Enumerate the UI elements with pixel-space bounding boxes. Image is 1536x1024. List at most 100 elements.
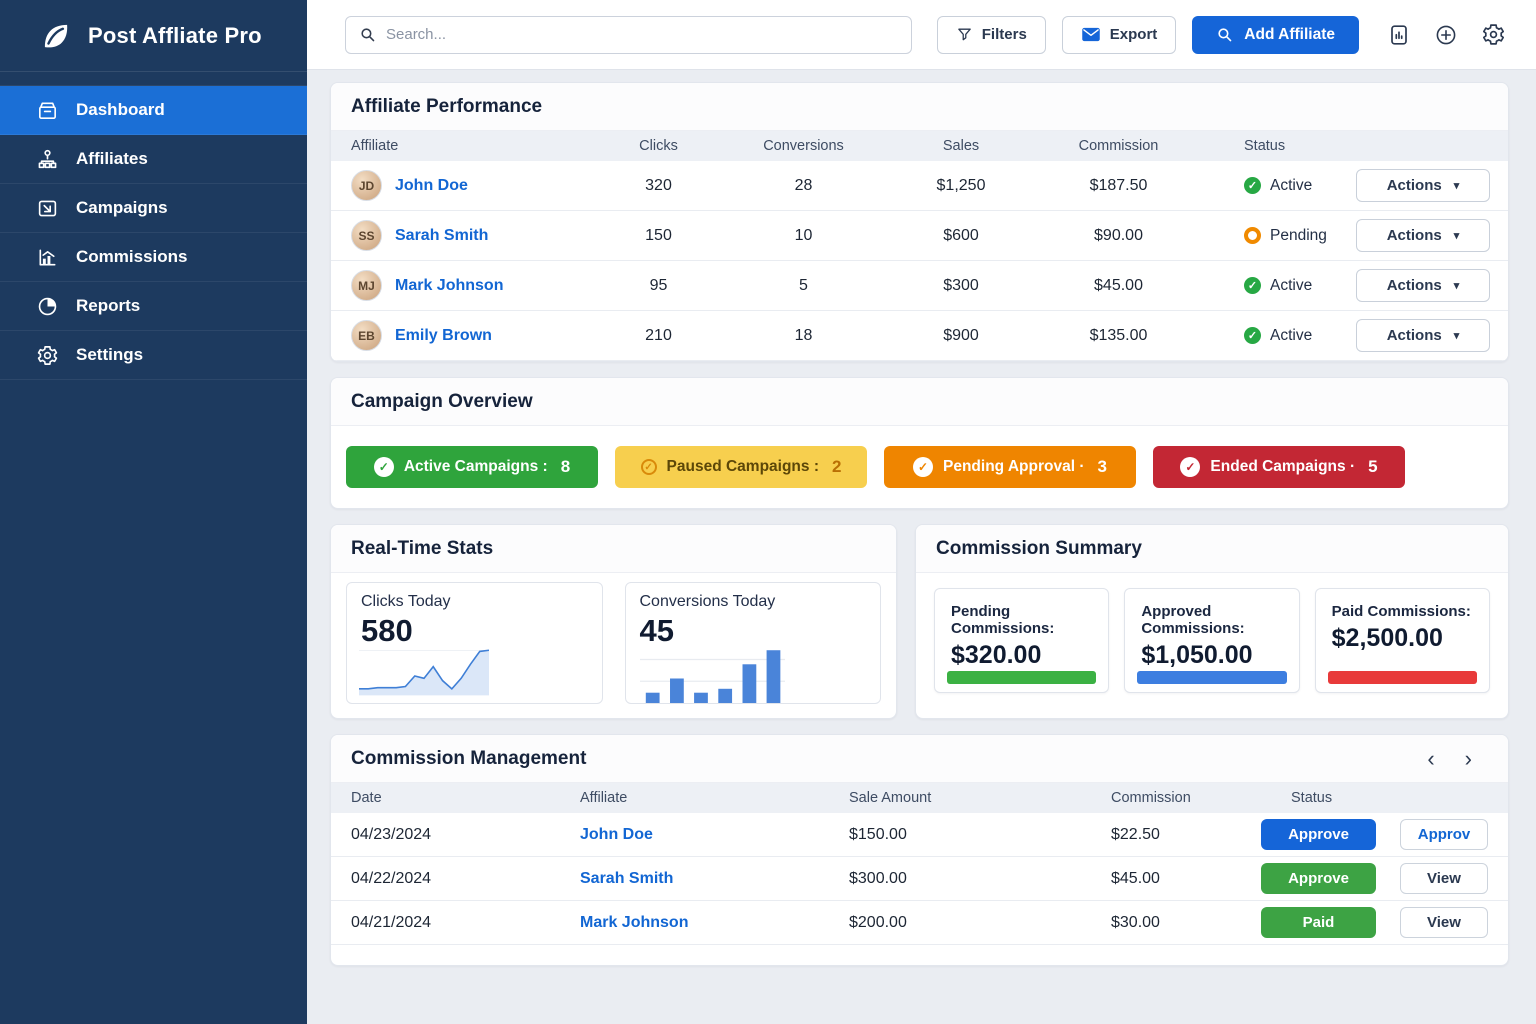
- campaign-overview-header: Campaign Overview: [331, 378, 1508, 426]
- conversions-value: 28: [736, 177, 871, 195]
- status-action-button[interactable]: Paid: [1261, 907, 1376, 938]
- col-clicks: Clicks: [581, 138, 736, 154]
- next-page-icon[interactable]: ›: [1463, 748, 1474, 770]
- actions-label: Actions: [1387, 177, 1442, 194]
- status-label: Active: [1270, 327, 1312, 345]
- section-title: Campaign Overview: [351, 391, 533, 413]
- sale-amount-value: $150.00: [849, 826, 1111, 844]
- clicks-value: 150: [581, 227, 736, 245]
- nav-item-label: Commissions: [76, 247, 187, 267]
- nav-item-icon: [36, 99, 59, 122]
- add-affiliate-label: Add Affiliate: [1244, 26, 1335, 44]
- sidebar-nav-item[interactable]: Commissions: [0, 233, 307, 282]
- commission-summary-label: Approved Commissions:: [1141, 603, 1282, 637]
- affiliate-name-link[interactable]: John Doe: [395, 177, 468, 195]
- check-circle-icon: ✓: [1180, 457, 1200, 477]
- col-status: Status: [1261, 790, 1391, 806]
- actions-dropdown-button[interactable]: Actions ▾: [1356, 169, 1490, 202]
- date-value: 04/22/2024: [351, 870, 580, 888]
- sidebar-nav-item[interactable]: Campaigns: [0, 184, 307, 233]
- prev-page-icon[interactable]: ‹: [1425, 748, 1436, 770]
- search-input[interactable]: [386, 26, 898, 43]
- real-time-stats-body: Clicks Today 580 Conversions Today 45: [331, 573, 896, 718]
- filters-button[interactable]: Filters: [937, 16, 1046, 54]
- commission-summary-value: $2,500.00: [1332, 624, 1473, 653]
- conversions-today-card: Conversions Today 45: [625, 582, 882, 704]
- secondary-action-button[interactable]: Approv: [1400, 819, 1488, 850]
- affiliate-table-row: JD John Doe 320 28 $1,250 $187.50 Active…: [331, 161, 1508, 211]
- export-button[interactable]: Export: [1062, 16, 1177, 54]
- check-circle-icon: ✓: [374, 457, 394, 477]
- actions-dropdown-button[interactable]: Actions ▾: [1356, 219, 1490, 252]
- avatar: EB: [351, 320, 382, 351]
- chevron-down-icon: ▾: [1454, 329, 1460, 342]
- commission-value: $135.00: [1051, 327, 1186, 345]
- actions-label: Actions: [1387, 227, 1442, 244]
- nav-item-label: Campaigns: [76, 198, 168, 218]
- commission-summary-color-bar: [1137, 671, 1286, 684]
- actions-dropdown-button[interactable]: Actions ▾: [1356, 269, 1490, 302]
- affiliate-performance-rows: JD John Doe 320 28 $1,250 $187.50 Active…: [331, 161, 1508, 361]
- date-value: 04/23/2024: [351, 826, 580, 844]
- sidebar-nav: Dashboard Affiliates C: [0, 85, 307, 380]
- col-affiliate: Affiliate: [580, 790, 849, 806]
- commission-management-rows: 04/23/2024 John Doe $150.00 $22.50 Appro…: [331, 813, 1508, 945]
- section-title: Affiliate Performance: [351, 96, 542, 118]
- commission-value: $30.00: [1111, 914, 1261, 932]
- campaign-status-badge[interactable]: ✓ Paused Campaigns : 2: [615, 446, 867, 488]
- topbar: Filters Export Add Affiliate: [307, 0, 1536, 70]
- affiliate-name-link[interactable]: Sarah Smith: [395, 227, 488, 245]
- campaign-status-badge[interactable]: ✓ Ended Campaigns · 5: [1153, 446, 1405, 488]
- envelope-icon: [1081, 26, 1101, 43]
- secondary-action-button[interactable]: View: [1400, 863, 1488, 894]
- pagination-controls: ‹ ›: [1425, 748, 1488, 770]
- affiliate-performance-column-headers: Affiliate Clicks Conversions Sales Commi…: [331, 131, 1508, 161]
- add-affiliate-button[interactable]: Add Affiliate: [1192, 16, 1359, 54]
- status-dot-icon: [1244, 277, 1261, 294]
- sidebar-nav-item[interactable]: Settings: [0, 331, 307, 380]
- commission-summary-label: Paid Commissions:: [1332, 603, 1473, 620]
- commission-summary-value: $320.00: [951, 641, 1092, 670]
- sales-value: $1,250: [871, 177, 1051, 195]
- col-commission: Commission: [1051, 138, 1186, 154]
- col-affiliate: Affiliate: [351, 138, 581, 154]
- actions-dropdown-button[interactable]: Actions ▾: [1356, 319, 1490, 352]
- sidebar-nav-item[interactable]: Dashboard: [0, 86, 307, 135]
- affiliate-name-link[interactable]: Mark Johnson: [580, 914, 849, 932]
- commission-summary-header: Commission Summary: [916, 525, 1508, 573]
- affiliate-name-link[interactable]: Mark Johnson: [395, 277, 503, 295]
- status-dot-icon: [1244, 227, 1261, 244]
- gear-icon[interactable]: [1479, 20, 1508, 49]
- affiliate-name-link[interactable]: Sarah Smith: [580, 870, 849, 888]
- commission-value: $90.00: [1051, 227, 1186, 245]
- commission-summary-tile: Approved Commissions: $1,050.00: [1124, 588, 1299, 693]
- campaign-status-badge[interactable]: ✓ Active Campaigns : 8: [346, 446, 598, 488]
- status-action-button[interactable]: Approve: [1261, 819, 1376, 850]
- status-action-button[interactable]: Approve: [1261, 863, 1376, 894]
- nav-item-icon: [36, 295, 59, 318]
- secondary-action-button[interactable]: View: [1400, 907, 1488, 938]
- export-label: Export: [1110, 26, 1158, 43]
- filters-label: Filters: [982, 26, 1027, 43]
- clicks-today-card: Clicks Today 580: [346, 582, 603, 704]
- commission-table-row: 04/21/2024 Mark Johnson $200.00 $30.00 P…: [331, 901, 1508, 945]
- campaign-status-badge[interactable]: ✓ Pending Approval · 3: [884, 446, 1136, 488]
- status-label: Active: [1270, 177, 1312, 195]
- sidebar-nav-item[interactable]: Reports: [0, 282, 307, 331]
- badge-count: 2: [832, 457, 841, 477]
- nav-item-icon: [36, 148, 59, 171]
- report-card-icon[interactable]: [1385, 21, 1413, 49]
- affiliate-name-link[interactable]: Emily Brown: [395, 327, 492, 345]
- commission-management-header: Commission Management ‹ ›: [331, 735, 1508, 783]
- search-box[interactable]: [345, 16, 912, 54]
- sidebar-nav-item[interactable]: Affiliates: [0, 135, 307, 184]
- conversions-bar-chart: [640, 645, 785, 703]
- col-commission: Commission: [1111, 790, 1261, 806]
- target-plus-icon[interactable]: [1432, 21, 1460, 49]
- sidebar: Post Affliate Pro Dashboard: [0, 0, 307, 1024]
- leaf-logo-icon: [38, 18, 74, 54]
- avatar: SS: [351, 220, 382, 251]
- affiliate-name-link[interactable]: John Doe: [580, 826, 849, 844]
- nav-item-label: Dashboard: [76, 100, 165, 120]
- col-sale-amount: Sale Amount: [849, 790, 1111, 806]
